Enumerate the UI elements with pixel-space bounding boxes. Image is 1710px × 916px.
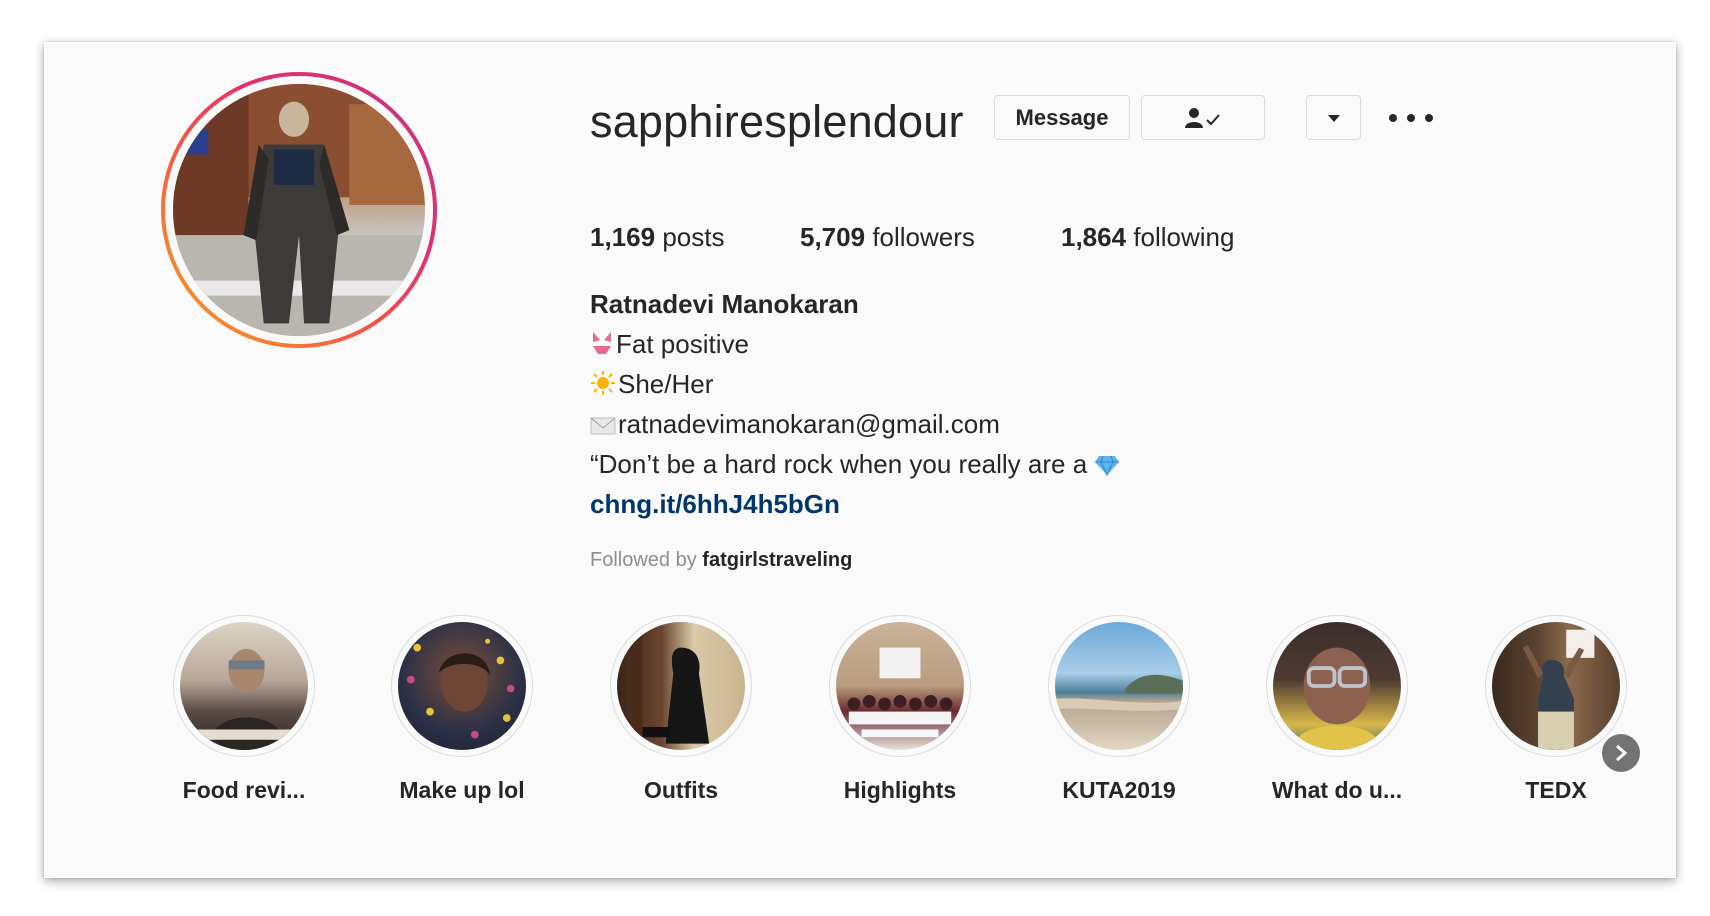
followers-label: followers [872,222,975,252]
highlight-label: Highlights [843,777,957,803]
followers-count: 5,709 [800,222,866,252]
posts-stat: 1,169 posts [590,222,724,253]
sun-icon [591,371,615,395]
full-name: Ratnadevi Manokaran [590,289,859,319]
bio-link[interactable]: chng.it/6hhJ4h5bGn [590,484,840,524]
bio-line: She/Her [590,364,713,404]
posts-count: 1,169 [590,222,656,252]
highlight-item[interactable]: KUTA2019 [1019,615,1219,804]
following-label: following [1133,222,1235,252]
highlight-thumb [1055,674,1183,711]
bio-line: “Don’t be a hard rock when you really ar… [590,444,1122,484]
highlight-thumb [1298,647,1376,750]
highlight-label: What do u... [1271,777,1403,803]
followed-by: Followed by fatgirlstraveling [590,549,853,571]
followers-stat[interactable]: 5,709 followers [800,222,975,253]
more-options-icon[interactable] [1389,104,1433,132]
avatar-photo [173,84,425,336]
highlight-label: TEDX [1525,777,1587,803]
highlight-label: KUTA2019 [1062,777,1176,803]
next-arrow-icon[interactable] [1602,734,1640,772]
username: sapphiresplendour [590,96,964,147]
followed-by-user[interactable]: fatgirlstraveling [702,549,852,571]
profile-card: sapphiresplendour Message 1,169 posts 5,… [44,42,1676,878]
highlight-thumb [406,638,515,739]
highlight-item[interactable]: Make up lol [362,615,562,804]
message-button[interactable]: Message [994,95,1130,140]
caret-down-icon [1327,114,1340,122]
highlight-thumb [1522,629,1595,750]
bio-line: Fat positive [590,324,749,364]
highlight-item[interactable]: Food revi... [144,615,344,804]
highlight-label: Outfits [643,777,719,803]
bio-line: ratnadevimanokaran@gmail.com [590,404,1000,444]
bikini-icon [593,332,611,354]
highlight-item[interactable]: Highlights [800,615,1000,804]
highlight-thumb [195,648,293,750]
highlight-item[interactable]: What do u... [1237,615,1437,804]
posts-label: posts [662,222,725,252]
envelope-icon [590,417,616,435]
highlight-item[interactable]: Outfits [581,615,781,804]
highlight-label: Food revi... [182,777,306,803]
highlight-label: Make up lol [399,777,525,803]
following-stat[interactable]: 1,864 following [1061,222,1234,253]
following-button[interactable] [1141,95,1265,140]
suggested-dropdown-button[interactable] [1306,95,1361,140]
avatar[interactable] [161,72,437,348]
highlight-item[interactable]: TEDX [1456,615,1656,804]
following-count: 1,864 [1061,222,1127,252]
person-check-icon [1185,107,1220,128]
highlight-thumb [847,647,953,738]
gem-icon [1095,455,1120,476]
highlight-thumb [619,634,710,744]
